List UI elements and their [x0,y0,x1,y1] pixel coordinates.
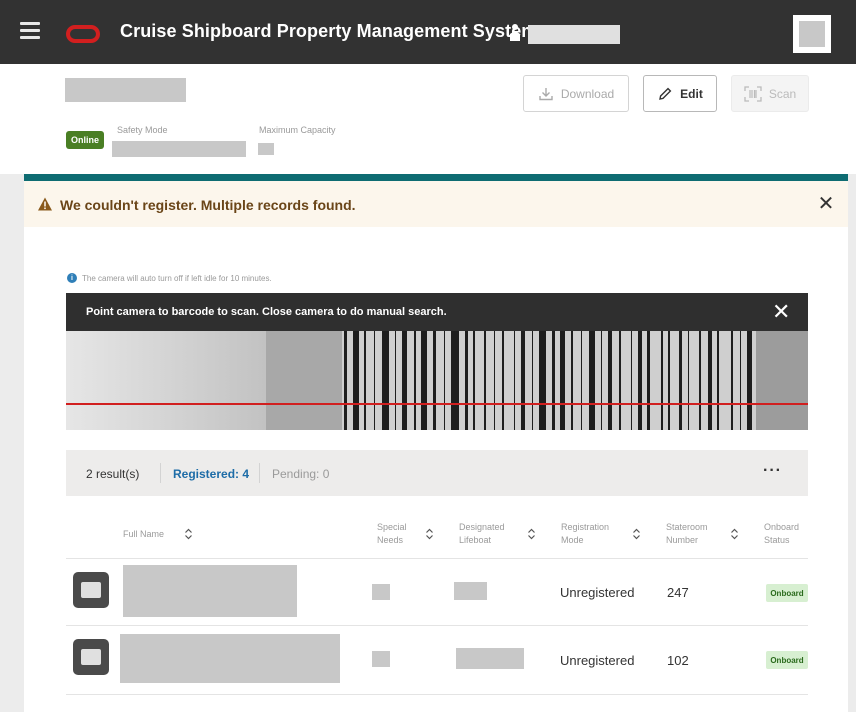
edit-button[interactable]: Edit [643,75,717,112]
special-needs-value [372,584,390,600]
guest-photo-icon[interactable] [73,572,109,608]
filter-registered[interactable]: Registered: 4 [173,467,249,481]
lifeboat-value [456,648,524,669]
menu-icon[interactable] [20,22,40,40]
scan-label: Scan [768,86,797,101]
divider [66,625,808,626]
registration-mode-value: Unregistered [560,653,635,668]
camera-info: i The camera will auto turn off if left … [67,273,272,283]
camera-instruction: Point camera to barcode to scan. Close c… [86,306,447,318]
barcode-image [342,331,808,430]
pencil-icon [659,87,672,100]
barcode-scan-icon [744,85,762,102]
column-stateroom-number[interactable]: Stateroom Number [666,521,708,547]
onboard-status-badge: Onboard [766,584,808,602]
column-registration-mode[interactable]: Registration Mode [561,521,609,547]
camera-header: Point camera to barcode to scan. Close c… [66,293,808,331]
sort-icon[interactable] [730,527,739,541]
column-special-needs[interactable]: Special Needs [377,521,407,547]
guest-name [123,565,297,617]
guest-name [120,634,340,683]
error-alert: We couldn't register. Multiple records f… [24,181,848,227]
app-title: Cruise Shipboard Property Management Sys… [120,21,538,41]
stateroom-value: 102 [667,653,689,668]
max-capacity-value [258,143,274,155]
scan-button[interactable]: Scan [731,75,809,112]
barcode-lines [344,331,752,430]
camera-feed-edge [756,331,808,430]
page-title [65,78,186,102]
filter-pending[interactable]: Pending: 0 [272,467,329,481]
special-needs-value [372,651,390,667]
camera-feed-wall [66,331,266,430]
divider [259,463,260,483]
max-capacity-label: Maximum Capacity [259,125,336,135]
alert-message: We couldn't register. Multiple records f… [60,197,356,213]
divider [160,463,161,483]
results-count: 2 result(s) [86,467,140,481]
sort-icon[interactable] [632,527,641,541]
camera-view[interactable]: Point camera to barcode to scan. Close c… [66,293,808,430]
sort-icon[interactable] [184,527,193,541]
column-designated-lifeboat[interactable]: Designated Lifeboat [459,521,505,547]
column-full-name[interactable]: Full Name [123,528,164,541]
close-icon[interactable]: ✕ [816,194,836,214]
info-icon: i [67,273,77,283]
edit-label: Edit [680,86,703,101]
avatar[interactable] [793,15,831,53]
sort-icon[interactable] [527,527,536,541]
app-header: Cruise Shipboard Property Management Sys… [0,0,856,64]
safety-mode-value [112,141,246,157]
scan-panel [24,174,848,712]
more-options-icon[interactable]: ··· [763,462,782,480]
guest-photo-icon[interactable] [73,639,109,675]
download-icon [539,87,553,100]
results-toolbar: 2 result(s) Registered: 4 Pending: 0 ··· [66,450,808,496]
close-camera-icon[interactable]: ✕ [772,301,790,323]
onboard-status-badge: Onboard [766,651,808,669]
user-icon [510,24,520,41]
registration-mode-value: Unregistered [560,585,635,600]
safety-mode-label: Safety Mode [117,125,168,135]
camera-info-text: The camera will auto turn off if left id… [82,273,272,283]
lifeboat-value [454,582,487,600]
download-label: Download [560,86,615,101]
camera-feed-shadow [266,331,342,430]
user-name [528,25,620,44]
status-badge: Online [66,131,104,149]
sort-icon[interactable] [425,527,434,541]
download-button[interactable]: Download [523,75,629,112]
divider [66,558,808,559]
scan-line [66,403,808,405]
warning-icon [38,197,52,211]
divider [66,694,808,695]
stateroom-value: 247 [667,585,689,600]
column-onboard-status[interactable]: Onboard Status [764,521,799,547]
oracle-logo [66,25,100,43]
